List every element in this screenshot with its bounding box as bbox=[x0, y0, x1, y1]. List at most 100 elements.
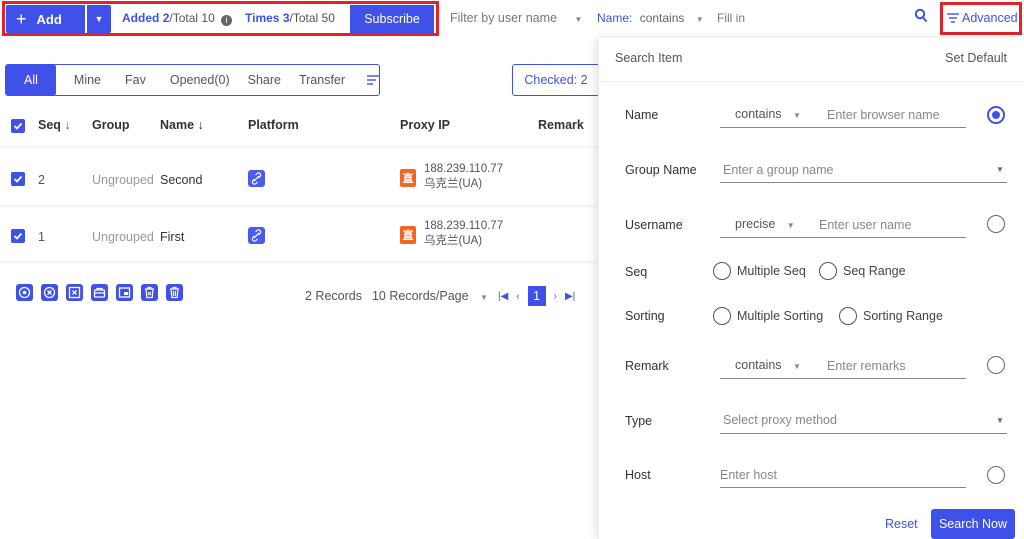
type-underline bbox=[720, 433, 1007, 434]
proxy-method-select[interactable]: Select proxy method bbox=[723, 413, 837, 427]
last-page-icon[interactable]: ▶| bbox=[565, 291, 575, 302]
advanced-button[interactable]: Advanced bbox=[947, 11, 1018, 25]
radio-circle bbox=[839, 307, 857, 325]
added-stat: Added 2/Total 10 i bbox=[122, 11, 233, 26]
name-filter-input[interactable]: Fill in bbox=[717, 11, 745, 25]
username-op-select[interactable]: precise ▼ bbox=[735, 217, 795, 231]
advanced-search-panel: Search Item Set Default Name contains ▼ … bbox=[598, 38, 1024, 539]
group-icon[interactable] bbox=[91, 284, 108, 301]
caret-down-icon: ▼ bbox=[574, 15, 583, 24]
cell-name[interactable]: Second bbox=[160, 173, 202, 187]
column-name[interactable]: Name ↓ bbox=[160, 118, 204, 132]
cell-proxy-ip: 188.239.110.77 bbox=[424, 220, 504, 232]
table-row[interactable]: 1 Ungrouped First 直 188.239.110.77 乌克兰(U… bbox=[0, 209, 600, 261]
app-window: + Add ▼ Added 2/Total 10 i Times 3/Total… bbox=[0, 0, 1024, 539]
search-icon[interactable] bbox=[914, 8, 928, 24]
window-icon[interactable] bbox=[116, 284, 133, 301]
host-underline bbox=[720, 487, 966, 488]
tab-all[interactable]: All bbox=[6, 65, 56, 95]
table-row[interactable]: 2 Ungrouped Second 直 188.239.110.77 乌克兰(… bbox=[0, 153, 600, 205]
caret-down-icon: ▼ bbox=[480, 293, 488, 302]
add-dropdown-button[interactable]: ▼ bbox=[87, 5, 111, 33]
times-stat: Times 3/Total 50 bbox=[245, 11, 335, 25]
remark-underline bbox=[720, 378, 966, 379]
cell-name[interactable]: First bbox=[160, 230, 184, 244]
username-input[interactable]: Enter user name bbox=[819, 218, 911, 232]
tab-transfer[interactable]: Transfer bbox=[299, 65, 345, 95]
cell-region: 乌克兰(UA) bbox=[424, 235, 483, 247]
row-checkbox[interactable] bbox=[11, 172, 25, 186]
field-label-username: Username bbox=[625, 218, 683, 232]
tab-share[interactable]: Share bbox=[248, 65, 281, 95]
trash-restore-icon[interactable] bbox=[141, 284, 158, 301]
multiple-sorting-option[interactable]: Multiple Sorting bbox=[713, 307, 823, 325]
column-platform: Platform bbox=[248, 118, 299, 132]
next-page-icon[interactable]: › bbox=[554, 291, 557, 302]
search-now-button[interactable]: Search Now bbox=[931, 509, 1015, 539]
check-icon bbox=[13, 175, 23, 183]
page-size-select[interactable]: 10 Records/Page ▼ bbox=[372, 289, 488, 303]
bulk-actions bbox=[16, 284, 183, 301]
group-underline bbox=[720, 182, 1007, 183]
radio-circle bbox=[713, 262, 731, 280]
multiple-seq-option[interactable]: Multiple Seq bbox=[713, 262, 806, 280]
platform-link-icon[interactable] bbox=[248, 227, 265, 244]
select-all-checkbox[interactable] bbox=[11, 119, 25, 133]
radio-circle bbox=[713, 307, 731, 325]
close-browser-icon[interactable] bbox=[41, 284, 58, 301]
delete-icon[interactable] bbox=[166, 284, 183, 301]
info-icon[interactable]: i bbox=[221, 15, 233, 26]
field-label-seq: Seq bbox=[625, 265, 648, 279]
name-op-select[interactable]: contains ▼ bbox=[735, 107, 801, 121]
username-radio[interactable] bbox=[987, 215, 1005, 233]
platform-link-icon[interactable] bbox=[248, 170, 265, 187]
direct-badge: 直 bbox=[400, 169, 416, 187]
reset-button[interactable]: Reset bbox=[885, 517, 918, 531]
add-button[interactable]: + Add bbox=[6, 5, 85, 33]
check-icon bbox=[13, 122, 23, 130]
checked-count-button[interactable]: Checked: 2 bbox=[512, 64, 600, 96]
name-underline bbox=[720, 127, 966, 128]
panel-header: Search Item Set Default bbox=[599, 38, 1024, 82]
direct-badge: 直 bbox=[400, 226, 416, 244]
subscribe-button[interactable]: Subscribe bbox=[350, 5, 434, 33]
cell-group: Ungrouped bbox=[92, 173, 154, 187]
filter-icon bbox=[947, 13, 959, 23]
first-page-icon[interactable]: |◀ bbox=[498, 291, 508, 302]
sort-menu-icon[interactable] bbox=[367, 75, 379, 85]
cell-region: 乌克兰(UA) bbox=[424, 178, 483, 190]
column-remark: Remark bbox=[538, 118, 584, 132]
host-input[interactable]: Enter host bbox=[720, 468, 777, 482]
group-name-select[interactable]: Enter a group name bbox=[723, 163, 834, 177]
row-checkbox[interactable] bbox=[11, 229, 25, 243]
remark-radio[interactable] bbox=[987, 356, 1005, 374]
seq-range-option[interactable]: Seq Range bbox=[819, 262, 906, 280]
remark-input[interactable]: Enter remarks bbox=[827, 359, 906, 373]
field-label-group: Group Name bbox=[625, 163, 697, 177]
caret-down-icon: ▼ bbox=[793, 111, 801, 120]
table-header: Seq ↓ Group Name ↓ Platform Proxy IP Rem… bbox=[0, 104, 600, 146]
column-seq[interactable]: Seq ↓ bbox=[38, 118, 71, 132]
host-radio[interactable] bbox=[987, 466, 1005, 484]
caret-down-icon: ▼ bbox=[793, 362, 801, 371]
current-page[interactable]: 1 bbox=[527, 286, 546, 306]
tab-fav[interactable]: Fav bbox=[125, 65, 146, 95]
top-toolbar: + Add ▼ Added 2/Total 10 i Times 3/Total… bbox=[0, 0, 1024, 38]
sorting-range-option[interactable]: Sorting Range bbox=[839, 307, 943, 325]
tab-mine[interactable]: Mine bbox=[74, 65, 101, 95]
plus-icon: + bbox=[16, 9, 27, 29]
name-filter[interactable]: Name: contains ▼ Fill in bbox=[597, 11, 745, 25]
set-default-link[interactable]: Set Default bbox=[945, 51, 1007, 65]
batch-close-icon[interactable] bbox=[66, 284, 83, 301]
pagination: 2 Records 10 Records/Page ▼ |◀ ‹ 1 › ▶| bbox=[305, 286, 579, 306]
caret-down-icon: ▼ bbox=[786, 221, 795, 230]
radio-circle bbox=[819, 262, 837, 280]
browser-name-input[interactable]: Enter browser name bbox=[827, 108, 940, 122]
filter-by-user-select[interactable]: Filter by user name ▼ bbox=[450, 11, 582, 25]
prev-page-icon[interactable]: ‹ bbox=[516, 291, 519, 302]
name-radio[interactable] bbox=[987, 106, 1005, 124]
remark-op-select[interactable]: contains ▼ bbox=[735, 358, 801, 372]
tab-opened[interactable]: Opened(0) bbox=[170, 65, 230, 95]
name-filter-op[interactable]: contains bbox=[640, 11, 685, 25]
open-browser-icon[interactable] bbox=[16, 284, 33, 301]
